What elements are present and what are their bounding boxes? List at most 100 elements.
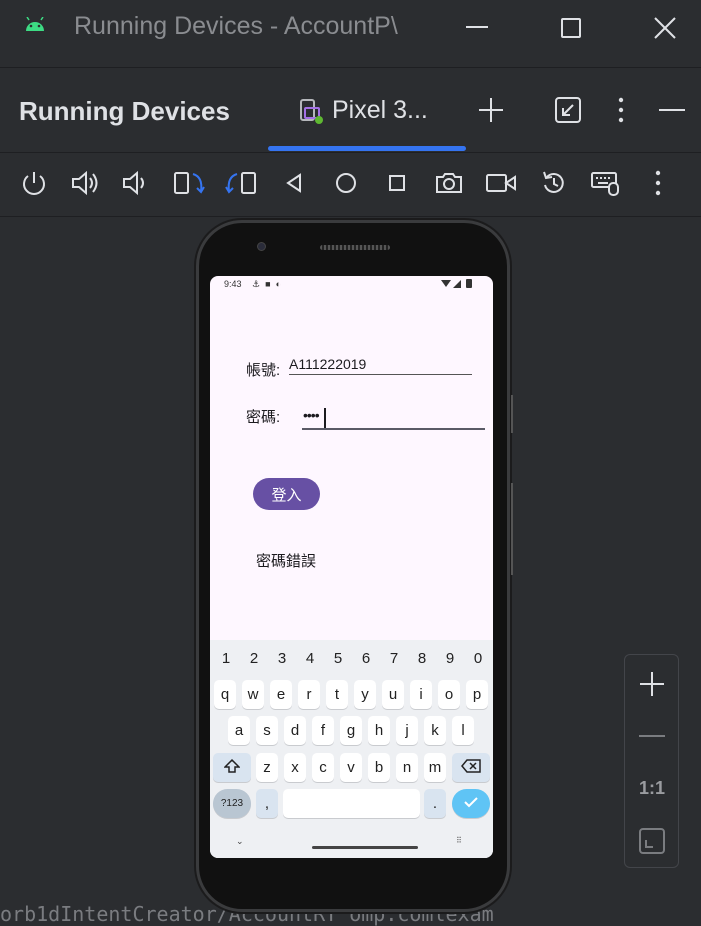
key-s[interactable]: s bbox=[256, 716, 278, 745]
zoom-out-icon[interactable] bbox=[639, 735, 665, 737]
volume-down-icon[interactable] bbox=[118, 166, 152, 200]
account-input[interactable]: A111222019 bbox=[289, 356, 366, 372]
account-label: 帳號: bbox=[246, 362, 281, 379]
key-z[interactable]: z bbox=[256, 753, 278, 782]
space-key[interactable] bbox=[283, 789, 420, 818]
key-2[interactable]: 2 bbox=[244, 650, 264, 667]
password-label: 密碼: bbox=[246, 409, 281, 426]
key-x[interactable]: x bbox=[284, 753, 306, 782]
zoom-in-icon[interactable] bbox=[639, 671, 665, 702]
key-3[interactable]: 3 bbox=[272, 650, 292, 667]
backspace-icon bbox=[461, 758, 481, 777]
key-0[interactable]: 0 bbox=[468, 650, 488, 667]
comma-key[interactable]: , bbox=[256, 789, 278, 818]
screen-record-icon[interactable] bbox=[484, 166, 518, 200]
key-6[interactable]: 6 bbox=[356, 650, 376, 667]
symbols-key[interactable]: ?123 bbox=[213, 789, 251, 818]
status-notification-icons: ⚓■◐ bbox=[252, 279, 286, 289]
status-time: 9:43 bbox=[224, 279, 242, 289]
keyboard-switch-icon[interactable]: ⠿ bbox=[456, 836, 462, 845]
backspace-key[interactable] bbox=[452, 753, 490, 782]
key-d[interactable]: d bbox=[284, 716, 306, 745]
options-menu-icon[interactable] bbox=[618, 97, 624, 128]
key-y[interactable]: y bbox=[354, 680, 376, 709]
checkmark-icon bbox=[463, 795, 479, 813]
key-a[interactable]: a bbox=[228, 716, 250, 745]
android-icon bbox=[24, 16, 46, 38]
key-w[interactable]: w bbox=[242, 680, 264, 709]
window-title: Running Devices - AccountP\ bbox=[74, 12, 398, 40]
key-9[interactable]: 9 bbox=[440, 650, 460, 667]
shift-icon bbox=[223, 758, 241, 778]
hide-keyboard-icon[interactable]: ⌄ bbox=[236, 836, 244, 847]
key-4[interactable]: 4 bbox=[300, 650, 320, 667]
minimize-icon[interactable] bbox=[466, 26, 488, 28]
navigation-handle[interactable] bbox=[312, 846, 418, 849]
fit-to-window-icon[interactable] bbox=[639, 828, 665, 859]
key-n[interactable]: n bbox=[396, 753, 418, 782]
shift-key[interactable] bbox=[213, 753, 251, 782]
overview-icon[interactable] bbox=[380, 166, 414, 200]
enter-key[interactable] bbox=[452, 789, 490, 818]
key-k[interactable]: k bbox=[424, 716, 446, 745]
soft-keyboard: 1 2 3 4 5 6 7 8 9 0 q w e r t y u i o p … bbox=[210, 640, 493, 858]
key-f[interactable]: f bbox=[312, 716, 334, 745]
screenshot-icon[interactable] bbox=[432, 166, 466, 200]
key-5[interactable]: 5 bbox=[328, 650, 348, 667]
key-c[interactable]: c bbox=[312, 753, 334, 782]
power-icon[interactable] bbox=[17, 166, 51, 200]
key-b[interactable]: b bbox=[368, 753, 390, 782]
front-camera bbox=[257, 242, 266, 251]
key-u[interactable]: u bbox=[382, 680, 404, 709]
key-m[interactable]: m bbox=[424, 753, 446, 782]
wifi-icon bbox=[441, 280, 451, 287]
reset-icon[interactable] bbox=[537, 166, 571, 200]
home-icon[interactable] bbox=[329, 166, 363, 200]
tab-pixel-3[interactable]: Pixel 3... bbox=[332, 96, 428, 125]
key-i[interactable]: i bbox=[410, 680, 432, 709]
key-p[interactable]: p bbox=[466, 680, 488, 709]
close-icon[interactable] bbox=[653, 16, 677, 45]
device-screen[interactable]: 9:43 ⚓■◐ 帳號: A111222019 密碼: •••• 登入 密碼錯誤… bbox=[210, 276, 493, 858]
zoom-actual-size-button[interactable]: 1:1 bbox=[639, 778, 665, 799]
period-key[interactable]: . bbox=[424, 789, 446, 818]
tab-selected-indicator bbox=[268, 146, 466, 151]
hide-panel-icon[interactable] bbox=[659, 109, 685, 111]
tool-window-title: Running Devices bbox=[19, 96, 230, 126]
key-t[interactable]: t bbox=[326, 680, 348, 709]
rotate-left-icon[interactable] bbox=[172, 166, 206, 200]
key-r[interactable]: r bbox=[298, 680, 320, 709]
error-message: 密碼錯誤 bbox=[256, 553, 317, 570]
key-l[interactable]: l bbox=[452, 716, 474, 745]
signal-icon bbox=[453, 280, 461, 288]
device-toolbar bbox=[0, 152, 701, 216]
password-input[interactable]: •••• bbox=[303, 407, 320, 423]
status-bar: 9:43 ⚓■◐ bbox=[210, 276, 493, 294]
key-h[interactable]: h bbox=[368, 716, 390, 745]
key-7[interactable]: 7 bbox=[384, 650, 404, 667]
more-icon[interactable] bbox=[641, 166, 675, 200]
speaker-grille bbox=[320, 245, 390, 250]
key-v[interactable]: v bbox=[340, 753, 362, 782]
battery-icon bbox=[466, 279, 472, 288]
device-tab-icon bbox=[298, 98, 324, 129]
key-8[interactable]: 8 bbox=[412, 650, 432, 667]
key-e[interactable]: e bbox=[270, 680, 292, 709]
window-title-bar: Running Devices - AccountP\ bbox=[0, 0, 701, 56]
maximize-icon[interactable] bbox=[561, 18, 581, 38]
phone-power-button bbox=[511, 395, 513, 433]
key-j[interactable]: j bbox=[396, 716, 418, 745]
add-tab-icon[interactable] bbox=[478, 97, 504, 128]
back-icon[interactable] bbox=[277, 166, 311, 200]
restore-window-icon[interactable] bbox=[555, 97, 581, 128]
key-g[interactable]: g bbox=[340, 716, 362, 745]
login-button[interactable]: 登入 bbox=[253, 478, 320, 510]
phone-volume-button bbox=[511, 483, 513, 575]
key-o[interactable]: o bbox=[438, 680, 460, 709]
text-cursor bbox=[324, 408, 326, 428]
rotate-right-icon[interactable] bbox=[224, 166, 258, 200]
key-1[interactable]: 1 bbox=[216, 650, 236, 667]
keyboard-mouse-icon[interactable] bbox=[589, 166, 623, 200]
volume-up-icon[interactable] bbox=[68, 166, 102, 200]
key-q[interactable]: q bbox=[214, 680, 236, 709]
